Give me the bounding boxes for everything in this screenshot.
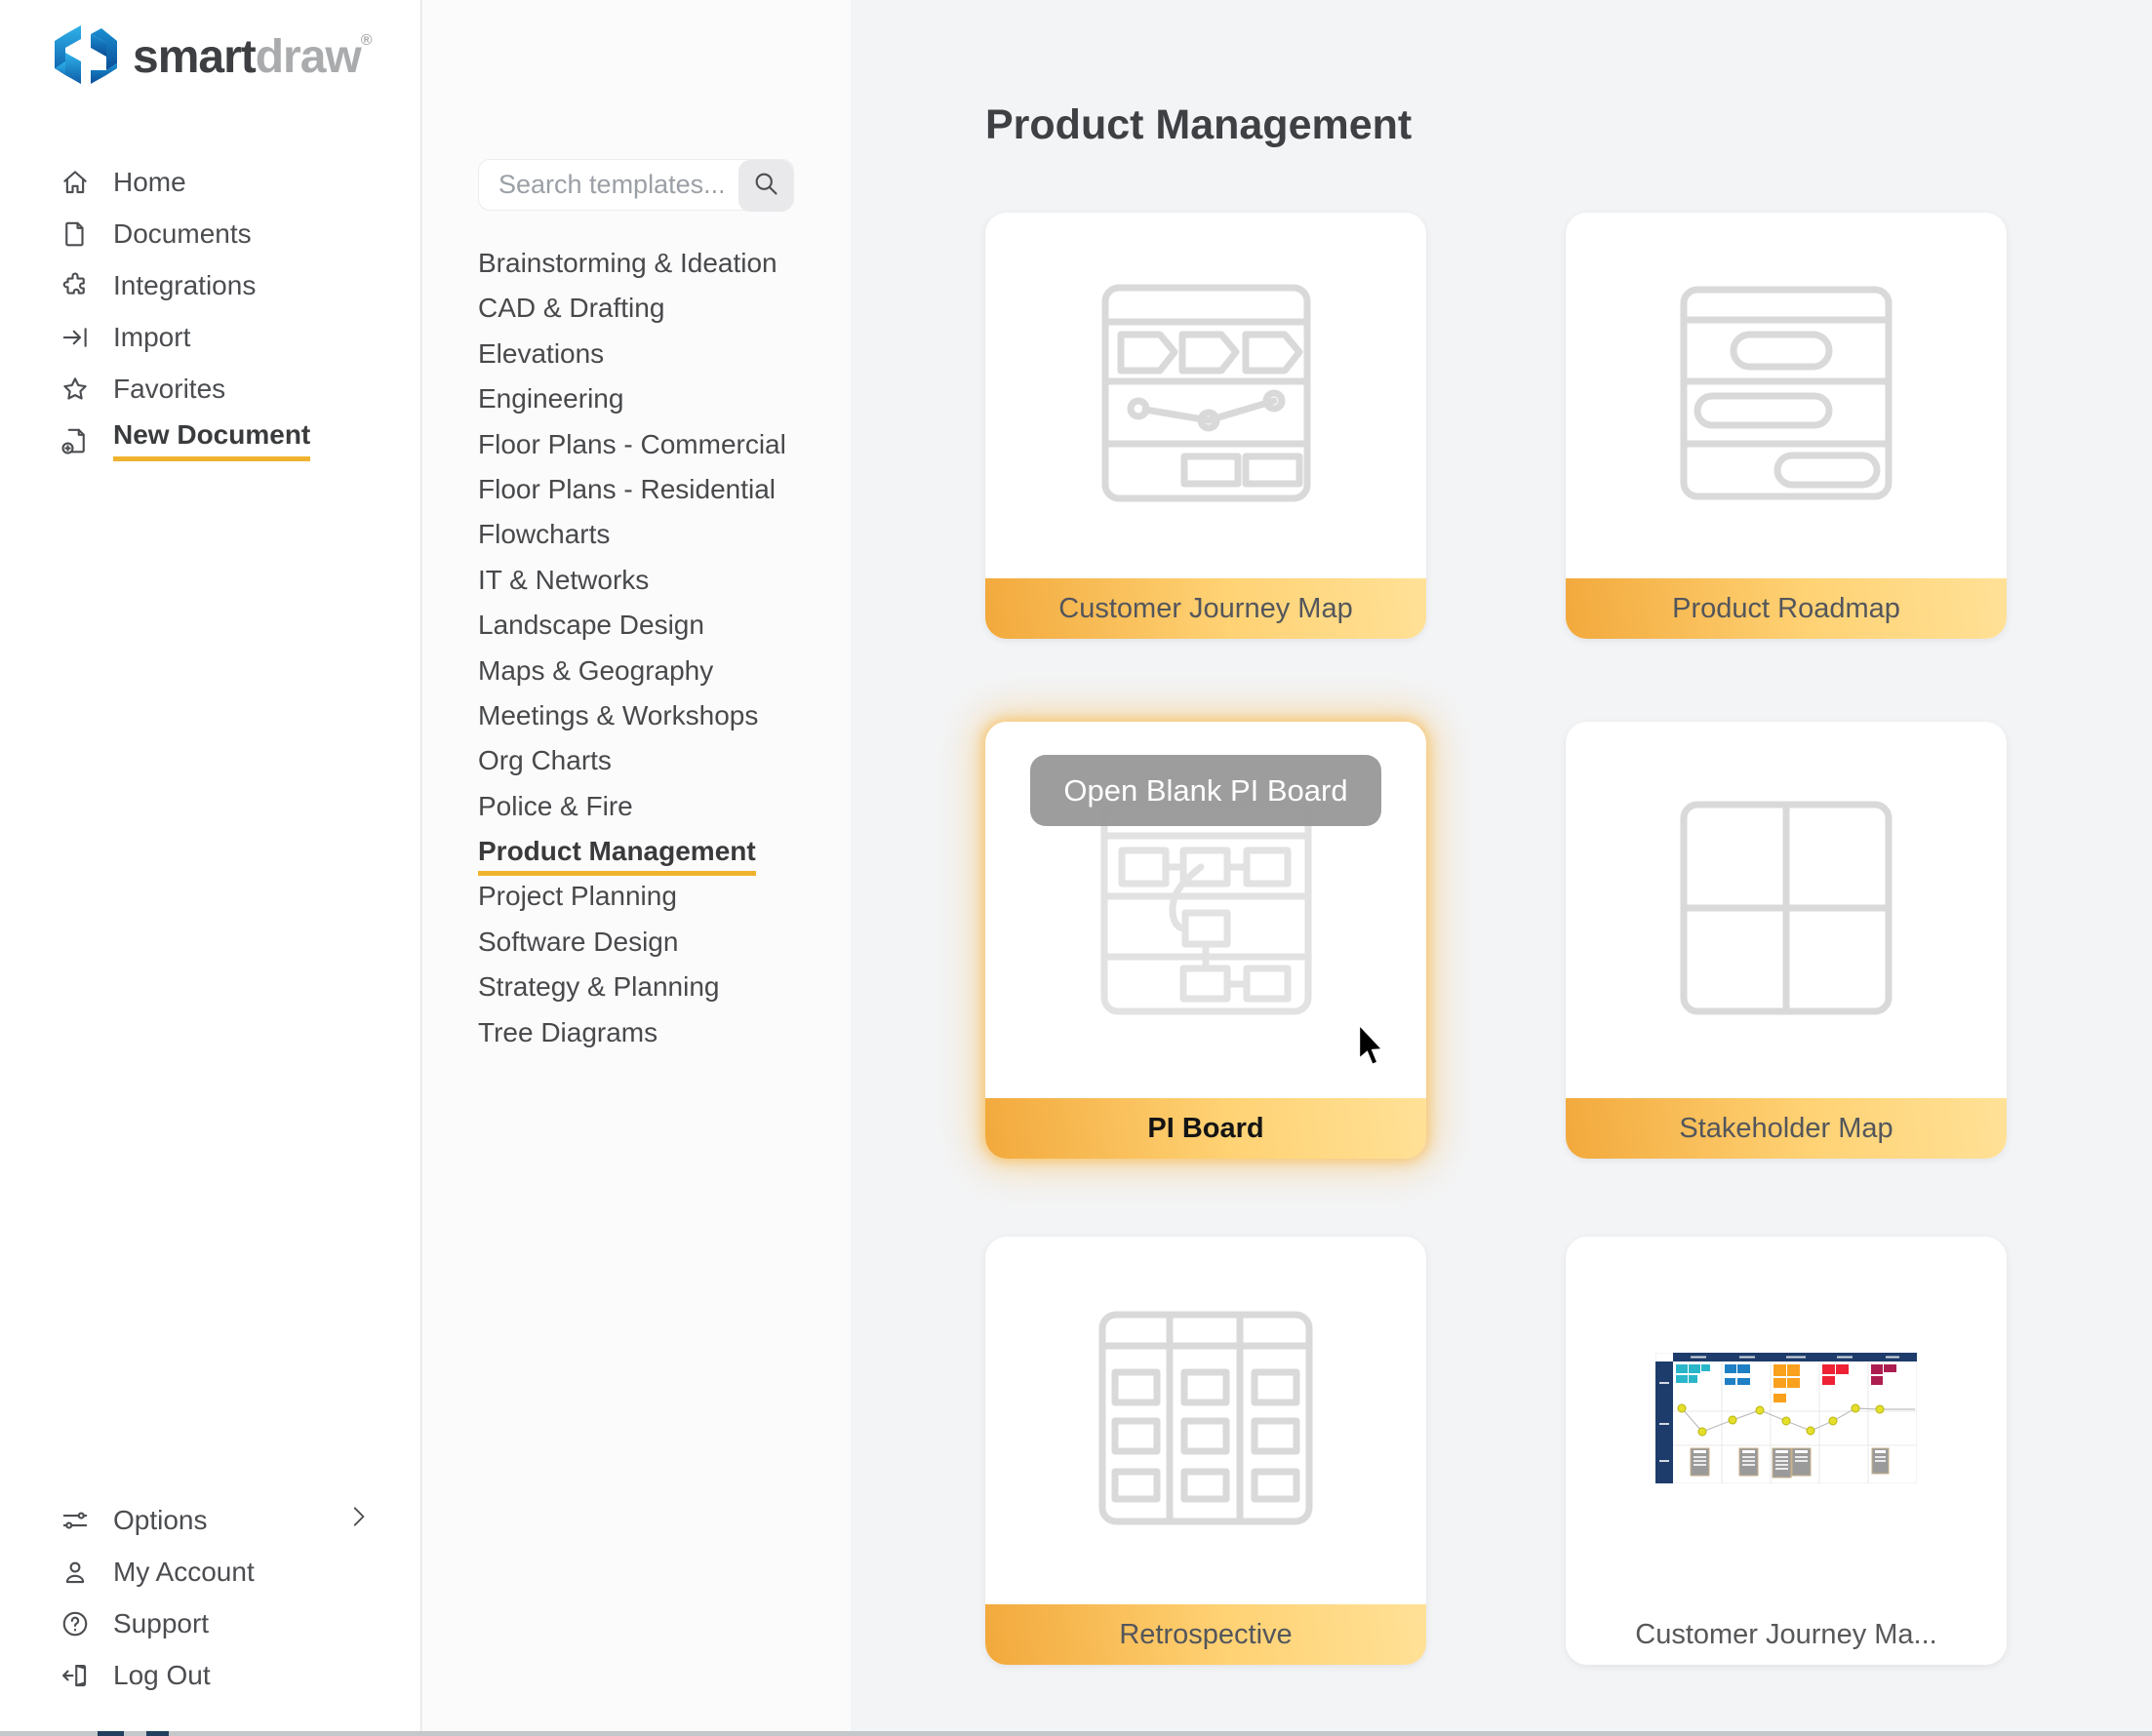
home-icon (59, 166, 92, 199)
pi-board-icon (1100, 801, 1312, 1020)
template-card-customer-journey-map[interactable]: Customer Journey Map (985, 213, 1426, 639)
smartdraw-logo-icon (55, 25, 117, 89)
sidebar-item-log-out[interactable]: Log Out (59, 1649, 380, 1701)
chevron-right-icon (345, 1504, 371, 1536)
category-item[interactable]: Landscape Design (478, 603, 786, 648)
smartdraw-logo[interactable]: smartdraw® (55, 25, 372, 89)
template-card-label: PI Board (985, 1098, 1426, 1159)
sidebar-item-my-account[interactable]: My Account (59, 1546, 380, 1598)
sidebar-item-support[interactable]: Support (59, 1598, 380, 1649)
template-card-label: Retrospective (985, 1604, 1426, 1665)
product-roadmap-icon (1680, 286, 1893, 505)
template-card-label: Product Roadmap (1566, 578, 2007, 639)
category-item[interactable]: Elevations (478, 332, 786, 376)
stakeholder-map-icon (1680, 801, 1893, 1020)
sidebar-item-label: Documents (113, 218, 252, 250)
category-item[interactable]: Floor Plans - Commercial (478, 422, 786, 467)
templates-panel: Brainstorming & Ideation CAD & Drafting … (422, 0, 851, 1736)
category-item[interactable]: IT & Networks (478, 558, 786, 603)
sidebar-item-label: Options (113, 1505, 208, 1536)
page-title: Product Management (985, 101, 1412, 149)
category-item[interactable]: Brainstorming & Ideation (478, 241, 786, 286)
category-item[interactable]: Floor Plans - Residential (478, 467, 786, 512)
search-box (478, 159, 794, 211)
sidebar-item-label: Favorites (113, 374, 225, 405)
search-button[interactable] (738, 160, 793, 212)
category-item[interactable]: Strategy & Planning (478, 965, 786, 1009)
category-item[interactable]: Meetings & Workshops (478, 693, 786, 738)
category-item[interactable]: Tree Diagrams (478, 1010, 786, 1055)
category-item[interactable]: Software Design (478, 920, 786, 965)
customer-journey-map-icon (1101, 284, 1311, 507)
sidebar-item-label: Integrations (113, 270, 256, 301)
screen-edge-strip (0, 1731, 2152, 1736)
search-icon (752, 170, 779, 202)
sidebar: smartdraw® Home Documents Integrations I… (0, 0, 421, 1736)
sidebar-item-documents[interactable]: Documents (59, 208, 380, 259)
template-card-label: Customer Journey Ma... (1566, 1604, 2007, 1665)
search-input[interactable] (498, 160, 723, 210)
mouse-cursor-icon (1353, 1022, 1388, 1073)
sidebar-footer: Options My Account Support Log Out (59, 1494, 380, 1701)
sliders-icon (59, 1504, 92, 1537)
sidebar-item-label: Log Out (113, 1660, 211, 1691)
star-icon (59, 373, 92, 406)
category-item[interactable]: Flowcharts (478, 512, 786, 557)
category-item[interactable]: Project Planning (478, 874, 786, 919)
category-item[interactable]: CAD & Drafting (478, 286, 786, 331)
new-document-icon (59, 424, 92, 457)
integrations-icon (59, 269, 92, 302)
category-item-active[interactable]: Product Management (478, 829, 786, 874)
template-card-label: Stakeholder Map (1566, 1098, 2007, 1159)
sidebar-item-integrations[interactable]: Integrations (59, 259, 380, 311)
help-icon (59, 1607, 92, 1640)
template-card-customer-journey-map-2[interactable]: Customer Journey Ma... (1566, 1237, 2007, 1665)
customer-journey-thumbnail (1655, 1353, 1917, 1488)
retrospective-icon (1098, 1311, 1313, 1530)
sidebar-item-label: Home (113, 167, 186, 198)
sidebar-item-import[interactable]: Import (59, 311, 380, 363)
sidebar-item-label: Support (113, 1608, 209, 1639)
open-blank-pi-board-button[interactable]: Open Blank PI Board (1030, 755, 1381, 826)
template-card-label: Customer Journey Map (985, 578, 1426, 639)
document-icon (59, 217, 92, 251)
logout-icon (59, 1659, 92, 1692)
sidebar-item-label: Import (113, 322, 190, 353)
sidebar-item-label: New Document (113, 419, 310, 461)
sidebar-item-options[interactable]: Options (59, 1494, 380, 1546)
category-item[interactable]: Maps & Geography (478, 649, 786, 693)
sidebar-item-label: My Account (113, 1557, 255, 1588)
category-item[interactable]: Org Charts (478, 738, 786, 783)
category-item[interactable]: Engineering (478, 376, 786, 421)
template-card-product-roadmap[interactable]: Product Roadmap (1566, 213, 2007, 639)
import-icon (59, 321, 92, 354)
template-card-stakeholder-map[interactable]: Stakeholder Map (1566, 722, 2007, 1159)
smartdraw-logo-text: smartdraw® (133, 30, 372, 84)
category-item[interactable]: Police & Fire (478, 784, 786, 829)
sidebar-item-new-document[interactable]: New Document (59, 414, 380, 466)
sidebar-item-favorites[interactable]: Favorites (59, 363, 380, 414)
category-list: Brainstorming & Ideation CAD & Drafting … (478, 241, 786, 1055)
template-card-retrospective[interactable]: Retrospective (985, 1237, 1426, 1665)
user-icon (59, 1556, 92, 1589)
sidebar-nav: Home Documents Integrations Import Favor… (59, 156, 380, 466)
sidebar-item-home[interactable]: Home (59, 156, 380, 208)
